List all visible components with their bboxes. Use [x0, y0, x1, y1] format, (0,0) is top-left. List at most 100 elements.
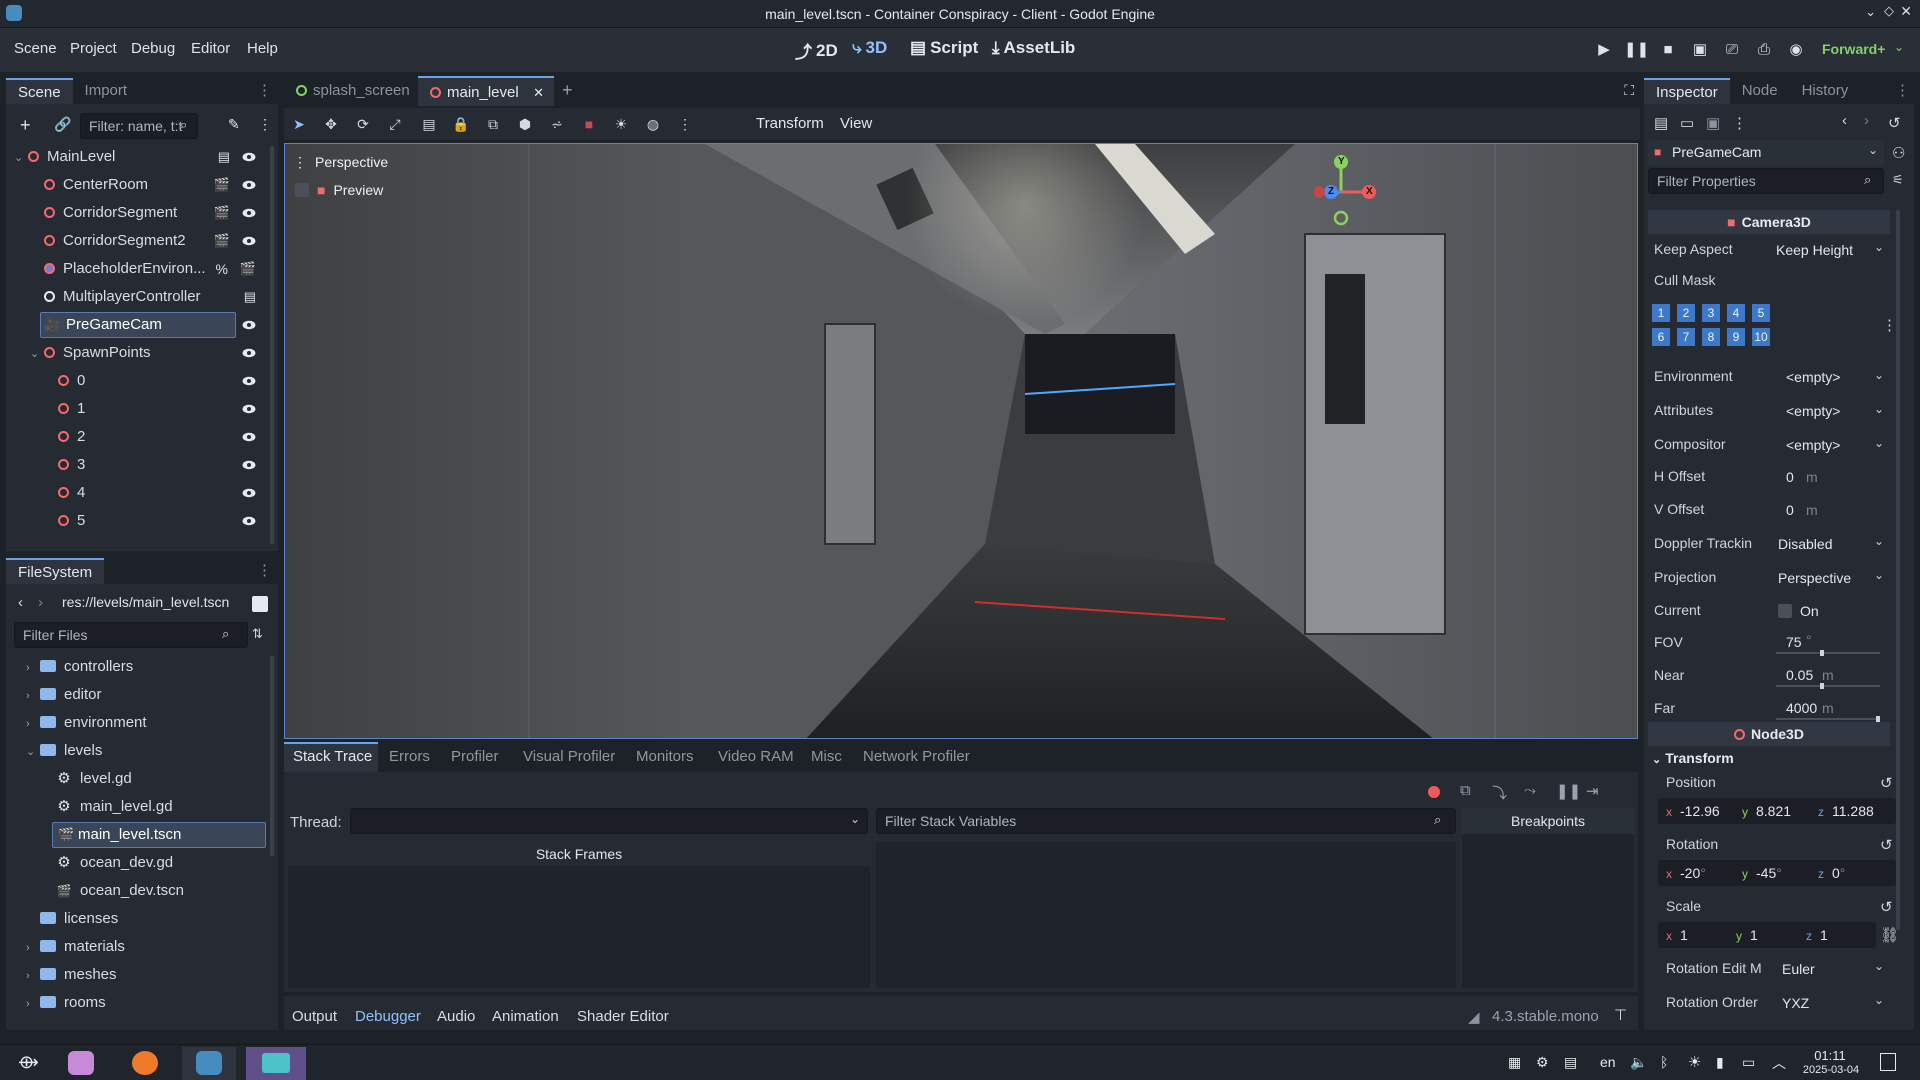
file-ocean-dev-tscn[interactable]: 🎬 ocean_dev.tscn: [6, 878, 184, 904]
visibility-eye-icon[interactable]: [242, 486, 256, 500]
menu-editor[interactable]: Editor: [191, 40, 230, 57]
nav-forward-icon[interactable]: ›: [38, 594, 43, 611]
scene-tree-scrollbar[interactable]: [270, 146, 274, 544]
cull-layer-5[interactable]: 5: [1752, 304, 1770, 322]
tree-node-spawn-0[interactable]: 0: [6, 368, 268, 394]
scale-z[interactable]: 1: [1820, 927, 1828, 943]
position-y[interactable]: 8.821: [1756, 803, 1791, 819]
tab-audio[interactable]: Audio: [437, 1008, 475, 1025]
file-tree-scrollbar[interactable]: [270, 656, 274, 856]
cull-layer-4[interactable]: 4: [1727, 304, 1745, 322]
file-main-level-gd[interactable]: ⚙ main_level.gd: [6, 794, 172, 820]
play-scene-button[interactable]: ⎚: [1720, 38, 1744, 62]
tree-node-centerroom[interactable]: CenterRoom 🎬: [6, 172, 268, 198]
tree-node-spawn-2[interactable]: 2: [6, 424, 268, 450]
instance-clapper-icon[interactable]: 🎬: [240, 256, 256, 282]
position-z[interactable]: 11.288: [1832, 803, 1874, 819]
distraction-free-icon[interactable]: ⛶: [1624, 82, 1634, 99]
notes-icon[interactable]: ▤: [1564, 1054, 1577, 1071]
filter-properties-input[interactable]: Filter Properties: [1648, 168, 1884, 194]
rotation-field[interactable]: x -20° y -45° z 0°: [1658, 860, 1896, 886]
preview-checkbox[interactable]: [295, 183, 309, 197]
cull-layer-7[interactable]: 7: [1677, 328, 1695, 346]
menu-scene[interactable]: Scene: [14, 40, 57, 57]
visibility-eye-icon[interactable]: [242, 514, 256, 528]
volume-icon[interactable]: 🔈: [1630, 1054, 1647, 1071]
scene-menu-icon[interactable]: ⋮: [258, 116, 272, 133]
instance-clapper-icon[interactable]: 🎬: [214, 200, 230, 226]
cull-layer-6[interactable]: 6: [1652, 328, 1670, 346]
sun-preview-icon[interactable]: ☀: [612, 115, 630, 133]
tree-node-spawn-5[interactable]: 5: [6, 508, 268, 534]
firefox-icon[interactable]: [132, 1051, 158, 1075]
reset-icon[interactable]: ↺: [1880, 836, 1893, 854]
save-icon[interactable]: ▣: [1706, 114, 1720, 132]
visibility-eye-icon[interactable]: [242, 458, 256, 472]
transform-menu[interactable]: Transform: [756, 115, 824, 132]
snap-icon[interactable]: ⩫: [548, 115, 566, 133]
cull-mask-grid[interactable]: 1 2 3 4 5 6 7 8 9 10: [1650, 304, 1770, 348]
minimize-icon[interactable]: ⌄: [1865, 4, 1876, 20]
prop-rotation-order-value[interactable]: YXZ: [1782, 995, 1809, 1011]
tab-import[interactable]: Import: [73, 78, 140, 104]
dock-menu-icon[interactable]: ⋮: [257, 78, 272, 104]
sort-icon[interactable]: ⇅: [252, 626, 263, 642]
tab-scene[interactable]: Scene: [6, 78, 73, 104]
maximize-icon[interactable]: ◇: [1884, 3, 1894, 19]
tab-shader-editor[interactable]: Shader Editor: [577, 1008, 669, 1025]
more-options-icon[interactable]: ⋮: [1732, 114, 1747, 132]
prop-environment-value[interactable]: <empty>: [1786, 369, 1840, 385]
scale-x[interactable]: 1: [1680, 927, 1688, 943]
object-properties-icon[interactable]: ⚇: [1892, 144, 1905, 162]
clipboard-icon[interactable]: ▦: [1508, 1054, 1521, 1071]
tree-node-spawnpoints[interactable]: ⌄ SpawnPoints: [6, 340, 268, 366]
environment-preview-icon[interactable]: ◍: [644, 115, 662, 133]
script-icon[interactable]: ▤: [244, 284, 256, 310]
step-into-icon[interactable]: ⤵: [1492, 782, 1507, 803]
instance-clapper-icon[interactable]: 🎬: [214, 172, 230, 198]
stop-button[interactable]: ■: [1656, 38, 1680, 62]
renderer-selector[interactable]: Forward+: [1822, 41, 1885, 57]
tab-errors[interactable]: Errors: [389, 748, 430, 765]
show-desktop-icon[interactable]: [1880, 1053, 1896, 1071]
workspace-script-button[interactable]: ▤ Script: [910, 38, 978, 58]
prop-attributes-value[interactable]: <empty>: [1786, 403, 1840, 419]
inspector-scrollbar[interactable]: [1896, 210, 1900, 930]
workspace-assetlib-button[interactable]: ⤓ AssetLib: [992, 38, 1075, 58]
prop-rotation-edit-mode-value[interactable]: Euler: [1782, 961, 1815, 977]
visibility-eye-icon[interactable]: [242, 430, 256, 444]
folder-meshes[interactable]: › meshes: [6, 962, 117, 988]
folder-levels[interactable]: ⌄ levels: [6, 738, 102, 764]
add-node-button[interactable]: +: [20, 115, 31, 136]
pause-button[interactable]: ❚❚: [1624, 38, 1649, 62]
cull-layer-3[interactable]: 3: [1702, 304, 1720, 322]
near-slider[interactable]: [1776, 683, 1880, 689]
tab-splash-screen[interactable]: splash_screen: [284, 76, 422, 106]
rotation-x[interactable]: -20: [1680, 865, 1700, 881]
more-options-icon[interactable]: ⋮: [676, 115, 694, 133]
new-resource-icon[interactable]: ▤: [1654, 114, 1668, 132]
file-level-gd[interactable]: ⚙ level.gd: [6, 766, 131, 792]
section-node3d[interactable]: Node3D: [1648, 722, 1890, 746]
perspective-menu[interactable]: ⋮ Perspective: [293, 154, 388, 171]
instance-clapper-icon[interactable]: 🎬: [214, 228, 230, 254]
scale-tool-icon[interactable]: ⤢: [386, 115, 404, 133]
reset-icon[interactable]: ↺: [1880, 898, 1893, 916]
preview-toggle[interactable]: ■ Preview: [295, 182, 383, 198]
app-launcher-icon[interactable]: ⟴: [18, 1052, 39, 1073]
current-checkbox[interactable]: [1778, 604, 1792, 618]
thread-select[interactable]: [350, 808, 868, 834]
history-forward-icon[interactable]: ›: [1864, 112, 1869, 129]
folder-licenses[interactable]: licenses: [6, 906, 118, 932]
prop-v-offset-value[interactable]: 0: [1786, 502, 1794, 518]
prop-far-value[interactable]: 4000: [1786, 700, 1817, 716]
visibility-eye-icon[interactable]: [242, 318, 256, 332]
rotate-tool-icon[interactable]: ⟳: [354, 115, 372, 133]
list-select-icon[interactable]: ▤: [420, 115, 438, 133]
prop-compositor-value[interactable]: <empty>: [1786, 437, 1840, 453]
visibility-eye-icon[interactable]: [242, 178, 256, 192]
cull-layer-9[interactable]: 9: [1727, 328, 1745, 346]
new-scene-tab-button[interactable]: +: [562, 80, 573, 101]
cull-layer-8[interactable]: 8: [1702, 328, 1720, 346]
workspace-2d-button[interactable]: ⤴ 2D: [795, 38, 838, 63]
